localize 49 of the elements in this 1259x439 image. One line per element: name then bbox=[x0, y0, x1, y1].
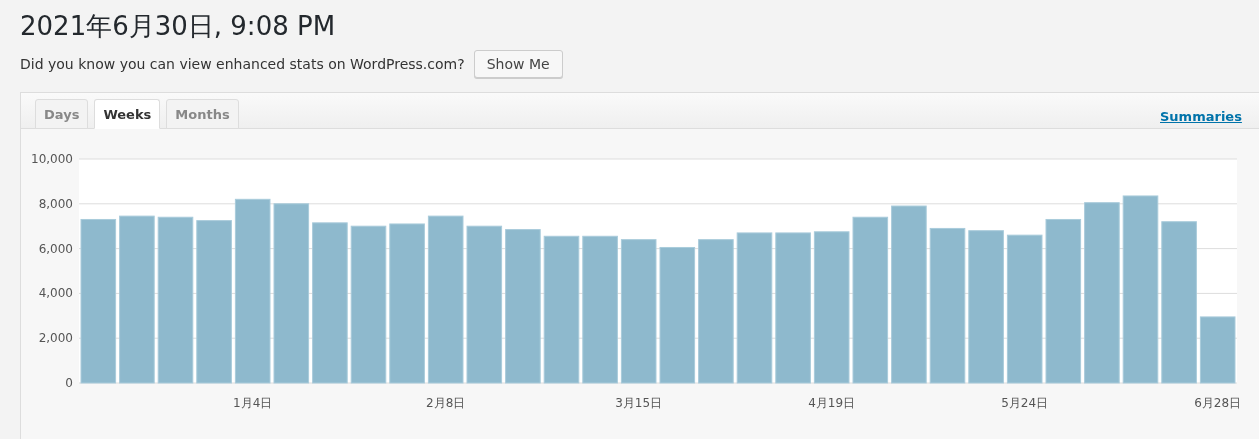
x-tick-label: 1月4日 bbox=[233, 396, 273, 410]
tab[interactable]: Months bbox=[166, 99, 239, 129]
x-tick-label: 4月19日 bbox=[808, 396, 856, 410]
y-tick-label: 0 bbox=[65, 376, 73, 390]
bar[interactable] bbox=[312, 222, 348, 384]
x-tick-label: 6月28日 bbox=[1194, 396, 1242, 410]
bar[interactable] bbox=[466, 225, 503, 384]
tab[interactable]: Days bbox=[35, 99, 89, 129]
bar[interactable] bbox=[505, 229, 541, 384]
bar[interactable] bbox=[1045, 219, 1082, 384]
bar[interactable] bbox=[427, 215, 464, 384]
x-tick-label: 5月24日 bbox=[1001, 396, 1049, 410]
bar[interactable] bbox=[1122, 195, 1159, 384]
bar[interactable] bbox=[196, 220, 232, 384]
y-tick-label: 2,000 bbox=[38, 331, 73, 346]
y-tick-label: 6,000 bbox=[38, 241, 73, 256]
tab[interactable]: Weeks bbox=[94, 99, 161, 129]
bar[interactable] bbox=[659, 247, 696, 384]
bar[interactable] bbox=[543, 235, 580, 384]
bar[interactable] bbox=[968, 230, 1004, 384]
bar[interactable] bbox=[929, 227, 966, 384]
bar[interactable] bbox=[1199, 316, 1236, 384]
bar[interactable] bbox=[80, 219, 117, 384]
bar[interactable] bbox=[620, 239, 657, 384]
y-tick-label: 10,000 bbox=[31, 152, 73, 166]
summaries-link[interactable]: Summaries bbox=[1160, 109, 1242, 124]
notice-text: Did you know you can view enhanced stats on WordPress.com? bbox=[20, 56, 465, 72]
bar[interactable] bbox=[736, 232, 773, 384]
bar[interactable] bbox=[119, 215, 155, 384]
bar[interactable] bbox=[157, 216, 194, 384]
y-tick-label: 8,000 bbox=[38, 196, 73, 211]
x-tick-label: 3月15日 bbox=[615, 396, 663, 410]
page-heading: 2021年6月30日, 9:08 PM bbox=[20, 10, 336, 43]
bar[interactable] bbox=[350, 225, 387, 384]
bar[interactable] bbox=[775, 232, 811, 384]
bar[interactable] bbox=[698, 239, 734, 384]
bar[interactable] bbox=[234, 198, 271, 384]
bar[interactable] bbox=[273, 203, 310, 384]
y-tick-label: 4,000 bbox=[38, 286, 73, 301]
show-me-button[interactable]: Show Me bbox=[473, 50, 563, 78]
bar[interactable] bbox=[1161, 221, 1197, 384]
bar[interactable] bbox=[1006, 234, 1043, 384]
bar[interactable] bbox=[891, 205, 927, 384]
x-tick-label: 2月8日 bbox=[426, 396, 466, 410]
bar[interactable] bbox=[389, 223, 425, 384]
bar[interactable] bbox=[813, 231, 850, 384]
bar[interactable] bbox=[852, 216, 889, 384]
bar[interactable] bbox=[582, 235, 618, 384]
bar[interactable] bbox=[1084, 202, 1120, 384]
